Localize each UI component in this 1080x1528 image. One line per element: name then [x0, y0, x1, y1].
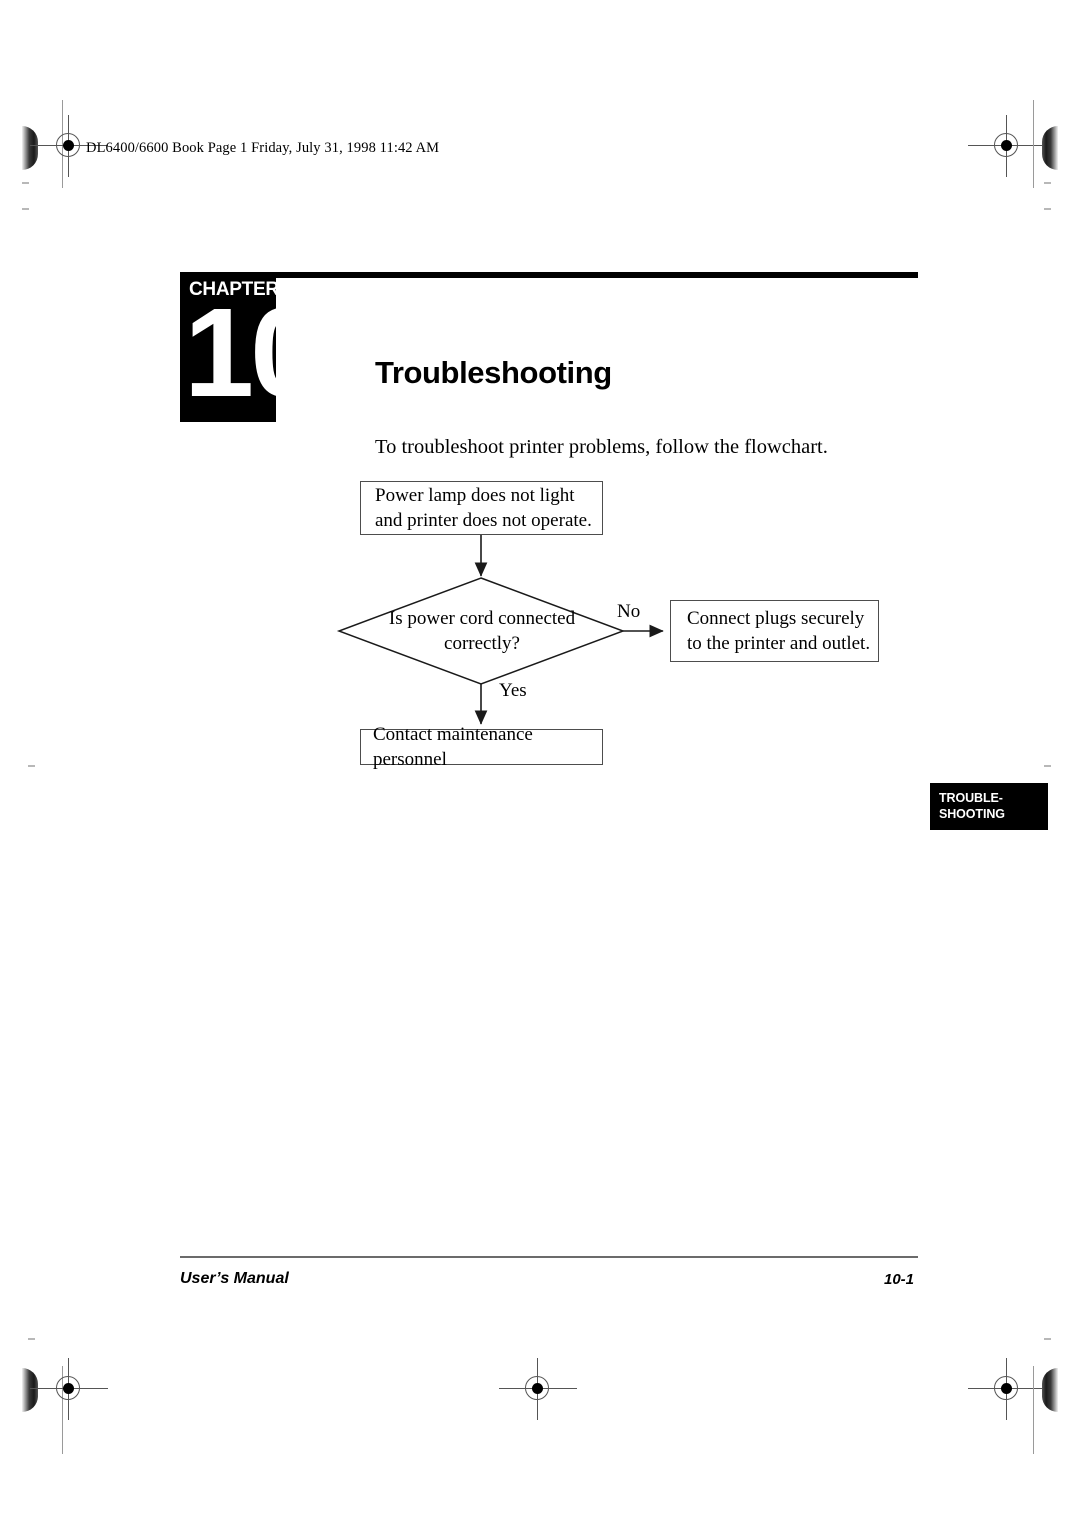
flow-node-action-line-2: to the printer and outlet. — [687, 633, 871, 654]
intro-paragraph: To troubleshoot printer problems, follow… — [375, 436, 828, 458]
registration-target-bottom-left — [30, 1358, 108, 1420]
page-title: Troubleshooting — [375, 355, 612, 390]
flow-branch-label-no: No — [617, 601, 641, 622]
crop-tick-left-bottom — [28, 1338, 35, 1340]
flow-node-problem-line-2: and printer does not operate. — [375, 510, 592, 531]
gradient-bar-mark-bottom-left — [22, 1368, 38, 1412]
flow-node-contact-line-1: Contact maintenance personnel — [373, 724, 533, 770]
trim-line-bottom-right — [1033, 1366, 1034, 1454]
trim-line-top-right — [1033, 100, 1034, 188]
gradient-bar-mark-top-right — [1042, 126, 1058, 170]
crop-tick-left-lower — [22, 208, 29, 210]
chapter-header-rule — [276, 272, 918, 278]
chapter-number-block: CHAPTER 10 — [180, 272, 276, 422]
registration-dot — [1001, 1383, 1012, 1394]
section-thumb-tab: TROUBLE- SHOOTING — [930, 783, 1048, 830]
gradient-bar-mark-bottom-right — [1042, 1368, 1058, 1412]
flow-node-action: Connect plugs securely to the printer an… — [670, 600, 879, 662]
chapter-number-label: 10 — [184, 282, 276, 422]
footer-document-title: User’s Manual — [180, 1270, 289, 1287]
registration-dot — [1001, 140, 1012, 151]
flow-node-contact: Contact maintenance personnel — [360, 724, 603, 770]
gradient-bar-mark-top-left — [22, 126, 38, 170]
crop-tick-right-upper — [1044, 182, 1051, 184]
flow-node-problem-line-1: Power lamp does not light — [375, 485, 575, 506]
section-thumb-tab-line-2: SHOOTING — [939, 807, 1005, 821]
flow-branch-label-yes: Yes — [499, 680, 527, 701]
registration-target-bottom-right — [968, 1358, 1046, 1420]
crop-tick-right-lower — [1044, 208, 1051, 210]
flow-node-decision-label: Is power cord connected correctly? — [382, 606, 582, 656]
registration-target-top-left — [30, 115, 108, 177]
section-thumb-tab-line-1: TROUBLE- — [939, 791, 1003, 805]
flow-node-action-line-1: Connect plugs securely — [687, 608, 865, 629]
registration-target-top-right — [968, 115, 1046, 177]
registration-dot — [63, 140, 74, 151]
flow-node-problem: Power lamp does not light and printer do… — [360, 481, 603, 535]
running-header-text: DL6400/6600 Book Page 1 Friday, July 31,… — [86, 140, 440, 156]
registration-dot — [63, 1383, 74, 1394]
flow-node-decision-line-1: Is power cord — [388, 608, 494, 629]
crop-tick-left-middle — [28, 765, 35, 767]
crop-tick-right-middle — [1044, 765, 1051, 767]
registration-target-bottom-center — [499, 1358, 577, 1420]
footer-page-number: 10-1 — [884, 1271, 915, 1288]
crop-tick-left-upper — [22, 182, 29, 184]
crop-tick-right-bottom — [1044, 1338, 1051, 1340]
footer-rule — [180, 1256, 918, 1258]
registration-dot — [532, 1383, 543, 1394]
